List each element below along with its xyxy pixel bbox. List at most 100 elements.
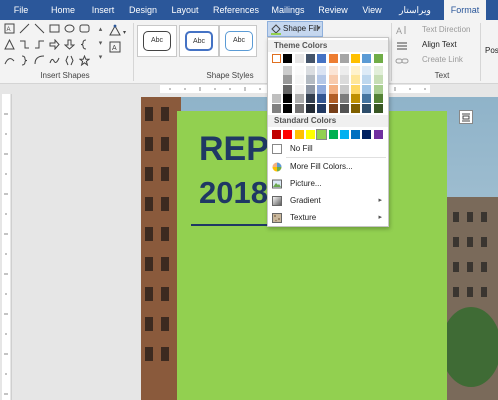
standard-color-swatch[interactable] (305, 130, 315, 139)
theme-color-swatch[interactable] (362, 103, 372, 113)
tab-layout[interactable]: Layout (168, 0, 202, 20)
theme-color-swatch[interactable] (305, 103, 315, 113)
theme-color-swatch[interactable] (317, 103, 327, 113)
text-direction-button[interactable]: A Text Direction (395, 24, 485, 38)
shape-fill-button[interactable]: Shape Fill ▾ (267, 21, 323, 37)
more-fill-colors-item[interactable]: More Fill Colors... (268, 159, 388, 175)
theme-color-swatch[interactable] (283, 103, 293, 113)
shape-style-2[interactable]: Abc (179, 25, 219, 57)
theme-color-swatch[interactable] (339, 94, 349, 103)
theme-color-swatch[interactable] (317, 54, 327, 63)
oval-icon[interactable] (64, 23, 75, 34)
no-fill-item[interactable]: No Fill (268, 141, 388, 157)
position-button[interactable]: Posi (485, 46, 498, 55)
theme-color-swatch[interactable] (373, 84, 383, 94)
standard-color-swatch[interactable] (316, 129, 328, 140)
triangle-icon[interactable] (4, 39, 15, 50)
theme-color-swatch[interactable] (339, 103, 349, 113)
theme-color-swatch[interactable] (294, 75, 304, 84)
theme-color-swatch[interactable] (328, 84, 338, 94)
theme-color-swatch[interactable] (317, 65, 327, 75)
theme-color-swatch[interactable] (362, 65, 372, 75)
theme-color-swatch[interactable] (328, 54, 338, 63)
theme-color-swatch[interactable] (317, 94, 327, 103)
shape-style-3[interactable]: Abc (219, 25, 257, 57)
theme-color-swatch[interactable] (305, 65, 315, 75)
diagonal-line-icon[interactable] (34, 23, 45, 34)
rounded-rectangle-icon[interactable] (79, 23, 90, 34)
theme-color-swatch[interactable] (328, 94, 338, 103)
freeform-icon[interactable] (49, 55, 60, 66)
connector-icon[interactable] (19, 39, 30, 50)
tab-virastar[interactable]: ویراستار (393, 0, 437, 20)
theme-color-swatch[interactable] (339, 84, 349, 94)
theme-color-swatch[interactable] (339, 54, 349, 63)
texture-item[interactable]: Texture ▸ (268, 210, 388, 226)
brace-small-icon[interactable] (64, 55, 75, 66)
tab-file[interactable]: File (8, 0, 34, 20)
align-text-button[interactable]: Align Text (395, 39, 485, 53)
theme-color-swatch[interactable] (373, 54, 383, 63)
curly-brace-icon[interactable] (19, 55, 30, 66)
theme-color-swatch[interactable] (351, 65, 361, 75)
standard-color-swatch[interactable] (362, 130, 372, 139)
theme-color-swatch[interactable] (283, 94, 293, 103)
theme-color-swatch[interactable] (305, 54, 315, 63)
theme-color-swatch[interactable] (283, 65, 293, 75)
theme-color-swatch[interactable] (328, 75, 338, 84)
theme-color-swatch[interactable] (294, 84, 304, 94)
theme-color-swatch[interactable] (283, 84, 293, 94)
theme-color-swatch[interactable] (317, 84, 327, 94)
document-title-line-2[interactable]: 2018 (199, 175, 268, 211)
theme-color-swatch[interactable] (305, 75, 315, 84)
theme-color-swatch[interactable] (305, 84, 315, 94)
theme-color-swatch[interactable] (362, 75, 372, 84)
gallery-scroll[interactable]: ▴ ▾ ▾ (96, 23, 105, 67)
draw-text-box-icon[interactable]: A (108, 40, 130, 54)
shape-style-1[interactable]: Abc (137, 25, 177, 57)
theme-color-swatch[interactable] (283, 75, 293, 84)
theme-color-swatch[interactable] (272, 94, 281, 103)
brace-icon[interactable] (79, 39, 90, 50)
theme-color-swatch[interactable] (362, 84, 372, 94)
picture-item[interactable]: Picture... (268, 176, 388, 192)
theme-color-swatch[interactable] (294, 94, 304, 103)
elbow-connector-icon[interactable] (34, 39, 45, 50)
theme-color-swatch[interactable] (373, 75, 383, 84)
layout-options-icon[interactable] (459, 110, 473, 124)
theme-color-swatch[interactable] (294, 103, 304, 113)
curve-icon[interactable] (4, 55, 15, 66)
tab-home[interactable]: Home (46, 0, 80, 20)
tab-references[interactable]: References (211, 0, 261, 20)
theme-color-swatch[interactable] (339, 65, 349, 75)
edit-shape-icon[interactable]: ▾ (108, 24, 130, 38)
horizontal-ruler[interactable] (0, 84, 498, 94)
gallery-down-icon[interactable]: ▾ (96, 37, 105, 51)
theme-color-swatch[interactable] (294, 54, 304, 63)
arc-icon[interactable] (34, 55, 45, 66)
tab-review[interactable]: Review (317, 0, 349, 20)
theme-color-swatch[interactable] (272, 54, 281, 63)
theme-color-swatch[interactable] (272, 84, 281, 94)
theme-color-swatch[interactable] (328, 103, 338, 113)
standard-color-swatch[interactable] (339, 130, 349, 139)
theme-color-swatch[interactable] (373, 65, 383, 75)
text-box-icon[interactable]: A (4, 23, 15, 34)
standard-color-swatch[interactable] (283, 130, 293, 139)
standard-color-swatch[interactable] (294, 130, 304, 139)
gallery-up-icon[interactable]: ▴ (96, 23, 105, 37)
create-link-button[interactable]: Create Link (395, 54, 485, 68)
tab-format[interactable]: Format (444, 0, 486, 20)
gallery-more-icon[interactable]: ▾ (96, 51, 105, 65)
theme-color-swatch[interactable] (373, 94, 383, 103)
theme-color-swatch[interactable] (283, 54, 293, 63)
arrow-right-icon[interactable] (49, 39, 60, 50)
tab-insert[interactable]: Insert (88, 0, 118, 20)
standard-color-swatch[interactable] (272, 130, 281, 139)
standard-color-swatch[interactable] (351, 130, 361, 139)
tab-mailings[interactable]: Mailings (268, 0, 308, 20)
rectangle-icon[interactable] (49, 23, 60, 34)
theme-color-swatch[interactable] (373, 103, 383, 113)
theme-color-swatch[interactable] (339, 75, 349, 84)
vertical-ruler[interactable] (0, 94, 12, 400)
